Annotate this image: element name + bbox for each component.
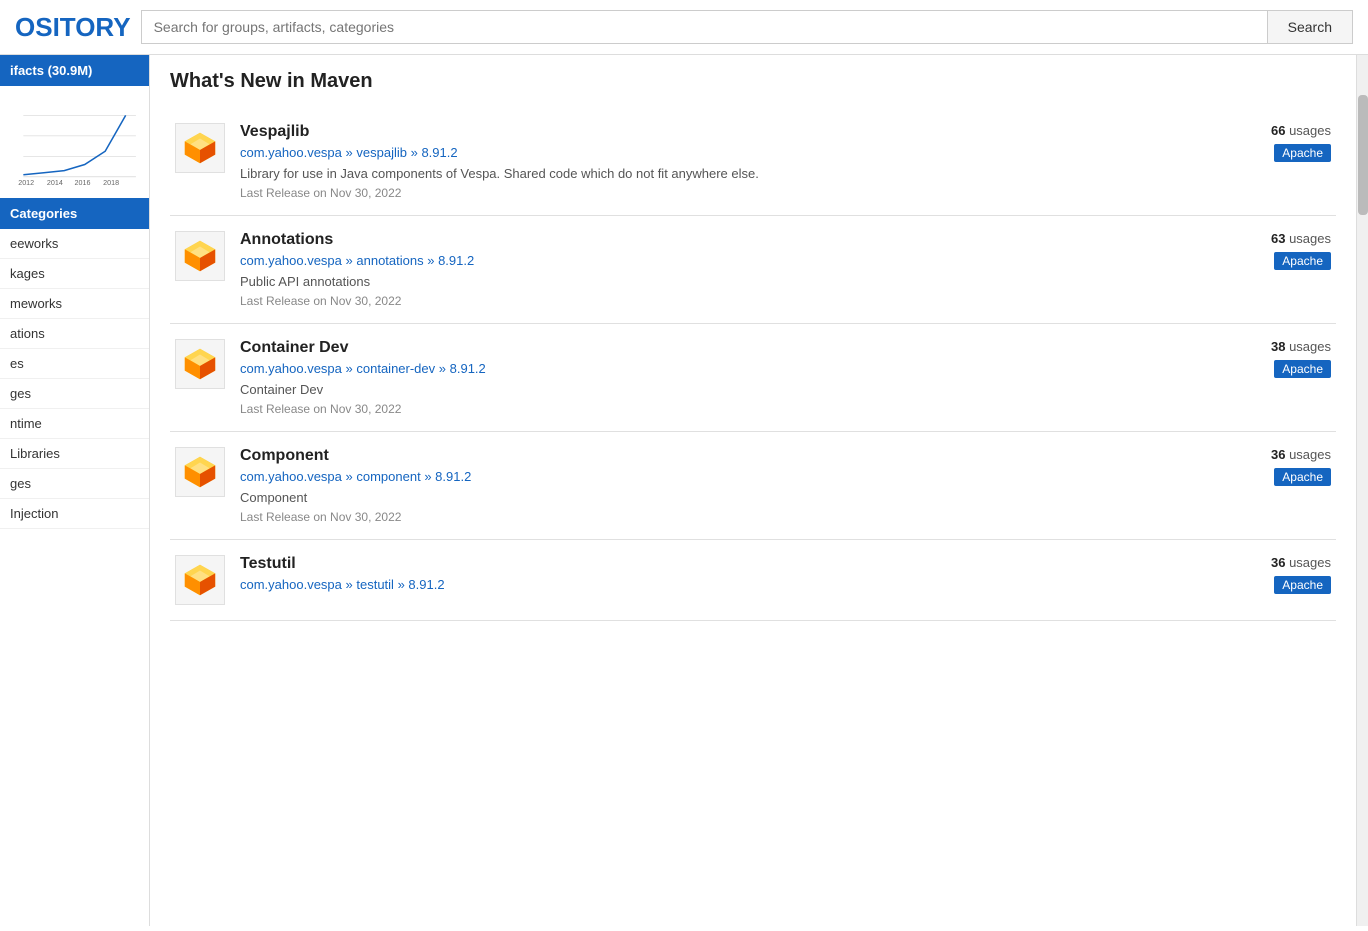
artifact-info-vespajlib: Vespajlib com.yahoo.vespa » vespajlib » … (240, 123, 1216, 200)
artifact-card-component: Component com.yahoo.vespa » component » … (170, 432, 1336, 540)
sidebar-item-ges1[interactable]: ges (0, 379, 149, 409)
version-link-ann[interactable]: 8.91.2 (438, 253, 474, 268)
artifact-desc-container-dev: Container Dev (240, 382, 1216, 397)
search-input[interactable] (141, 10, 1268, 44)
artifact-name-testutil: Testutil (240, 555, 1216, 573)
artifact-link-cd[interactable]: container-dev (356, 361, 435, 376)
artifact-date-container-dev: Last Release on Nov 30, 2022 (240, 402, 1216, 416)
artifact-name-vespajlib: Vespajlib (240, 123, 1216, 141)
artifact-date-annotations: Last Release on Nov 30, 2022 (240, 294, 1216, 308)
artifact-card-testutil: Testutil com.yahoo.vespa » testutil » 8.… (170, 540, 1336, 621)
artifact-info-container-dev: Container Dev com.yahoo.vespa » containe… (240, 339, 1216, 416)
artifact-icon-component (175, 447, 225, 497)
artifact-link-test[interactable]: testutil (356, 577, 394, 592)
artifact-card-container-dev: Container Dev com.yahoo.vespa » containe… (170, 324, 1336, 432)
artifact-meta-vespajlib: 66 usages Apache (1231, 123, 1331, 162)
sidebar-item-libraries[interactable]: Libraries (0, 439, 149, 469)
artifact-icon-testutil (175, 555, 225, 605)
artifact-icon-annotations (175, 231, 225, 281)
page-title: What's New in Maven (170, 70, 1336, 93)
svg-text:2014: 2014 (47, 179, 63, 187)
license-badge-component: Apache (1274, 468, 1331, 486)
artifact-card-annotations: Annotations com.yahoo.vespa » annotation… (170, 216, 1336, 324)
group-link-comp[interactable]: com.yahoo.vespa (240, 469, 342, 484)
group-link[interactable]: com.yahoo.vespa (240, 145, 342, 160)
categories-header: Categories (0, 198, 149, 229)
artifact-info-annotations: Annotations com.yahoo.vespa » annotation… (240, 231, 1216, 308)
artifact-coords-component: com.yahoo.vespa » component » 8.91.2 (240, 469, 1216, 484)
artifact-coords-annotations: com.yahoo.vespa » annotations » 8.91.2 (240, 253, 1216, 268)
site-logo: OSITORY (15, 12, 131, 43)
artifact-link-comp[interactable]: component (356, 469, 420, 484)
artifact-icon-vespajlib (175, 123, 225, 173)
cube-svg-container-dev (181, 345, 219, 383)
artifact-meta-annotations: 63 usages Apache (1231, 231, 1331, 270)
artifact-card-vespajlib: Vespajlib com.yahoo.vespa » vespajlib » … (170, 108, 1336, 216)
sidebar-item-ges2[interactable]: ges (0, 469, 149, 499)
artifact-info-component: Component com.yahoo.vespa » component » … (240, 447, 1216, 524)
artifact-name-annotations: Annotations (240, 231, 1216, 249)
usages-count-annotations: 63 usages (1271, 231, 1331, 246)
license-badge-testutil: Apache (1274, 576, 1331, 594)
cube-svg-testutil (181, 561, 219, 599)
sidebar-item-packages[interactable]: kages (0, 259, 149, 289)
artifact-desc-component: Component (240, 490, 1216, 505)
usages-count-container-dev: 38 usages (1271, 339, 1331, 354)
artifact-coords-container-dev: com.yahoo.vespa » container-dev » 8.91.2 (240, 361, 1216, 376)
sidebar-item-ations[interactable]: ations (0, 319, 149, 349)
usages-count-vespajlib: 66 usages (1271, 123, 1331, 138)
version-link-cd[interactable]: 8.91.2 (450, 361, 486, 376)
cube-svg (181, 129, 219, 167)
svg-text:2016: 2016 (75, 179, 91, 187)
search-bar: Search (141, 10, 1353, 44)
group-link-ann[interactable]: com.yahoo.vespa (240, 253, 342, 268)
main-layout: ifacts (30.9M) 2012 2014 2016 2018 Year … (0, 55, 1368, 926)
cube-svg-annotations (181, 237, 219, 275)
artifact-info-testutil: Testutil com.yahoo.vespa » testutil » 8.… (240, 555, 1216, 598)
scrollbar-thumb[interactable] (1358, 95, 1368, 215)
artifact-date-vespajlib: Last Release on Nov 30, 2022 (240, 186, 1216, 200)
artifact-meta-container-dev: 38 usages Apache (1231, 339, 1331, 378)
artifact-desc-vespajlib: Library for use in Java components of Ve… (240, 166, 1216, 181)
version-link-test[interactable]: 8.91.2 (408, 577, 444, 592)
license-badge-vespajlib: Apache (1274, 144, 1331, 162)
artifact-name-component: Component (240, 447, 1216, 465)
sidebar-item-injection[interactable]: Injection (0, 499, 149, 529)
cube-svg-component (181, 453, 219, 491)
usage-chart: 2012 2014 2016 2018 Year (8, 94, 141, 188)
group-link-cd[interactable]: com.yahoo.vespa (240, 361, 342, 376)
usages-count-component: 36 usages (1271, 447, 1331, 462)
version-link[interactable]: 8.91.2 (421, 145, 457, 160)
scrollbar[interactable] (1356, 55, 1368, 926)
chart-area: 2012 2014 2016 2018 Year (0, 86, 149, 196)
artifacts-header: ifacts (30.9M) (0, 55, 149, 86)
license-badge-annotations: Apache (1274, 252, 1331, 270)
artifact-icon-container-dev (175, 339, 225, 389)
artifact-link[interactable]: vespajlib (356, 145, 407, 160)
artifact-meta-testutil: 36 usages Apache (1231, 555, 1331, 594)
group-link-test[interactable]: com.yahoo.vespa (240, 577, 342, 592)
usages-count-testutil: 36 usages (1271, 555, 1331, 570)
sidebar-item-frameworks[interactable]: eeworks (0, 229, 149, 259)
artifact-coords-vespajlib: com.yahoo.vespa » vespajlib » 8.91.2 (240, 145, 1216, 160)
sidebar: ifacts (30.9M) 2012 2014 2016 2018 Year … (0, 55, 150, 926)
license-badge-container-dev: Apache (1274, 360, 1331, 378)
sidebar-item-meworks[interactable]: meworks (0, 289, 149, 319)
artifact-meta-component: 36 usages Apache (1231, 447, 1331, 486)
artifact-link-ann[interactable]: annotations (356, 253, 423, 268)
sidebar-item-es[interactable]: es (0, 349, 149, 379)
artifact-name-container-dev: Container Dev (240, 339, 1216, 357)
search-button[interactable]: Search (1268, 10, 1353, 44)
svg-text:2018: 2018 (103, 179, 119, 187)
sidebar-item-runtime[interactable]: ntime (0, 409, 149, 439)
artifact-date-component: Last Release on Nov 30, 2022 (240, 510, 1216, 524)
version-link-comp[interactable]: 8.91.2 (435, 469, 471, 484)
artifact-desc-annotations: Public API annotations (240, 274, 1216, 289)
artifact-coords-testutil: com.yahoo.vespa » testutil » 8.91.2 (240, 577, 1216, 592)
content-area: What's New in Maven Vespajlib com.yahoo.… (150, 55, 1356, 926)
svg-text:2012: 2012 (18, 179, 34, 187)
header: OSITORY Search (0, 0, 1368, 55)
